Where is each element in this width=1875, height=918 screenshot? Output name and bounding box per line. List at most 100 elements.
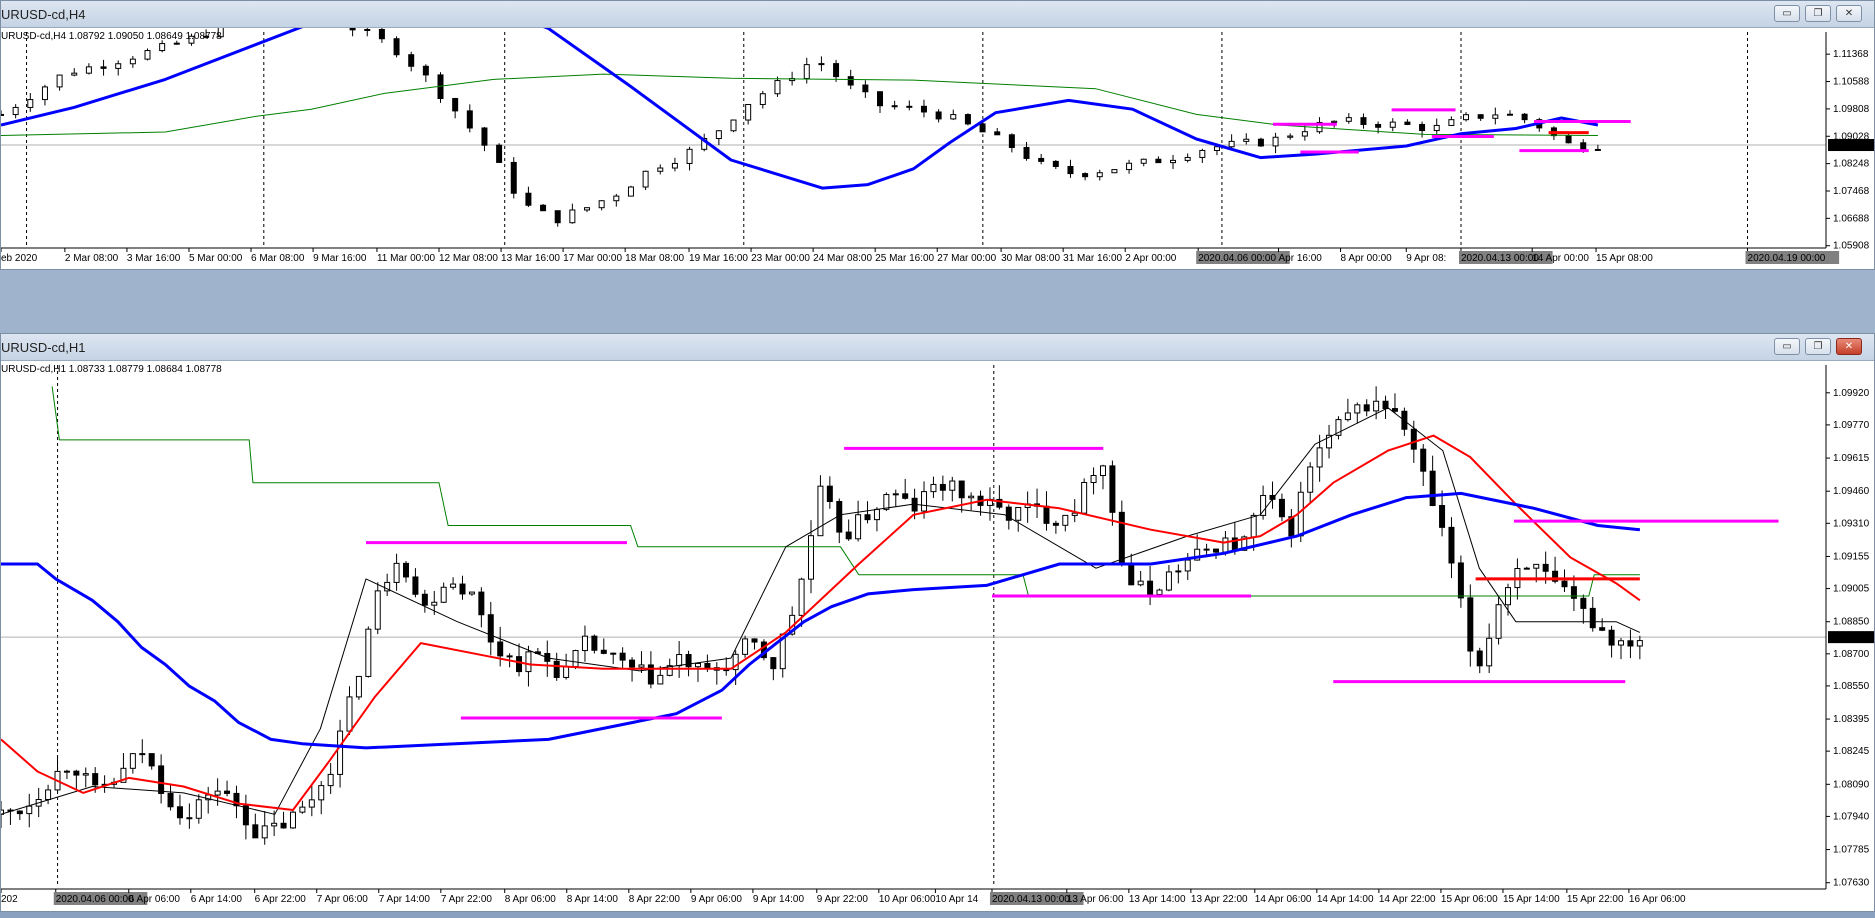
chart-window-h1[interactable]: URUSD-cd,H1 ▭ ❐ ✕ 1.09920 1.09770 1.09615 1… [0, 333, 1875, 912]
candle-body [1419, 123, 1426, 132]
blue-ma-line [0, 0, 1599, 190]
candle-body [468, 591, 475, 595]
candle-body [1147, 580, 1154, 595]
candle [613, 193, 620, 207]
time-tick-label: 12 Mar 08:00 [439, 253, 498, 264]
candle [1199, 148, 1206, 163]
candle-body [671, 162, 678, 169]
window-titlebar[interactable]: URUSD-cd,H4 ▭ ❐ ✕ [1, 1, 1874, 28]
candle-body [186, 817, 193, 820]
candle-body [27, 99, 34, 108]
candle-body [1448, 119, 1455, 126]
candle [1278, 493, 1285, 522]
chart-area[interactable]: 1.11368 1.10588 1.09808 1.09028 1.08248 1.074… [0, 0, 1874, 270]
candle-body [1081, 482, 1088, 514]
candle [877, 91, 884, 114]
h4-candlestick-chart[interactable]: 1.113681.105881.098081.090281.082481.074… [0, 0, 1874, 270]
candle-body [364, 29, 371, 32]
close-button[interactable]: ✕ [1836, 338, 1862, 355]
window-titlebar[interactable]: URUSD-cd,H1 ▭ ❐ ✕ [1, 334, 1874, 361]
candle [412, 568, 419, 598]
candle-body [1345, 117, 1352, 122]
candle [1486, 623, 1493, 674]
candle [1344, 398, 1351, 422]
candle [1457, 555, 1464, 608]
candle [1081, 478, 1088, 515]
candle [384, 573, 391, 597]
candle [1038, 153, 1045, 165]
candle [1404, 119, 1411, 126]
candle-body [1599, 627, 1606, 631]
candle [902, 478, 909, 500]
candle [1594, 144, 1601, 151]
candle [393, 553, 400, 591]
candle [252, 813, 259, 839]
candle [1448, 116, 1455, 127]
candle [1260, 485, 1267, 520]
candle-body [195, 799, 202, 819]
candle [525, 645, 532, 687]
price-tick-label: 1.07940 [1833, 811, 1870, 822]
candle-body [525, 192, 532, 206]
candle-body [774, 80, 781, 95]
candle [365, 626, 372, 678]
chart-area[interactable]: 1.09920 1.09770 1.09615 1.09460 1.09310 1.091… [0, 361, 1874, 912]
candle [403, 561, 410, 583]
candle [159, 40, 166, 53]
minimize-button[interactable]: ▭ [1774, 338, 1800, 355]
candle [1155, 156, 1162, 164]
candle [544, 640, 551, 677]
candle [958, 480, 965, 513]
candle [497, 626, 504, 667]
candle [598, 200, 605, 211]
candle-body [82, 773, 89, 776]
candle [950, 109, 957, 121]
time-tick-label: 9 Apr 14:00 [753, 894, 805, 905]
candle-body [1272, 136, 1279, 147]
minimize-button[interactable]: ▭ [1774, 5, 1800, 22]
ohlc-info: URUSD-cd,H4 1.08792 1.09050 1.08649 1.08… [1, 31, 222, 42]
candle [12, 104, 19, 119]
candle [1272, 132, 1279, 154]
candle-body [745, 103, 752, 121]
candle [129, 56, 136, 68]
candle-body [1476, 650, 1483, 667]
candle-body [412, 576, 419, 595]
candle-body [12, 106, 19, 116]
candle [1363, 399, 1370, 417]
candle-body [144, 50, 151, 60]
candle-body [1184, 156, 1191, 161]
chart-window-h4[interactable]: URUSD-cd,H4 ▭ ❐ ✕ 1.11368 1.10588 1.09808 1… [0, 0, 1875, 270]
candle-body [629, 659, 636, 668]
candle-body [1618, 640, 1625, 646]
candle-body [1389, 121, 1396, 128]
candle-body [1344, 412, 1351, 421]
candle [751, 638, 758, 650]
candle-body [299, 806, 306, 813]
restore-button[interactable]: ❐ [1805, 5, 1831, 22]
price-tick-label: 1.11368 [1833, 49, 1869, 60]
close-button[interactable]: ✕ [1836, 5, 1862, 22]
candle-body [115, 63, 122, 69]
candle [627, 185, 634, 197]
candle-body [694, 662, 701, 668]
candle [1419, 121, 1426, 138]
time-tick-label: 15 Apr 14:00 [1503, 894, 1560, 905]
candle-body [497, 641, 504, 657]
candle-body [440, 586, 447, 603]
candle-body [1307, 466, 1314, 493]
candle-body [906, 105, 913, 108]
h1-candlestick-chart[interactable]: 1.09920 1.09770 1.09615 1.09460 1.09310 1.091… [0, 361, 1874, 912]
candle-body [1410, 428, 1417, 450]
time-tick-label: 2020.04.13 00:00 [992, 894, 1070, 905]
candle [393, 36, 400, 58]
candle-body [958, 480, 965, 499]
price-tick-label: 1.06688 [1833, 213, 1870, 224]
candle-body [71, 72, 78, 76]
candle [308, 784, 315, 817]
candle-body [1287, 135, 1294, 138]
window-title: URUSD-cd,H4 [1, 7, 86, 22]
price-tick-label: 1.09155 [1833, 551, 1870, 562]
candle [1326, 424, 1333, 459]
restore-button[interactable]: ❐ [1805, 338, 1831, 355]
